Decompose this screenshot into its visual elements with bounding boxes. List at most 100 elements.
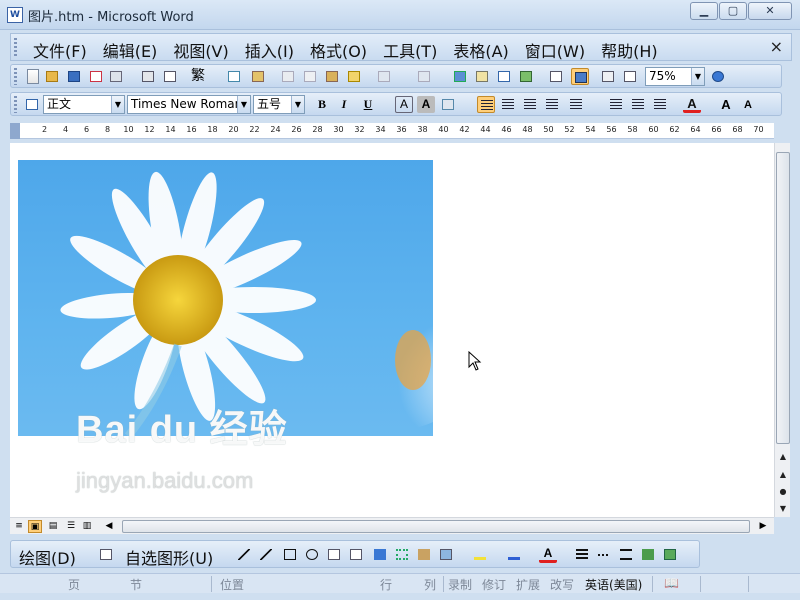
chevron-down-icon[interactable]: ▼ (691, 68, 704, 85)
menu-window[interactable]: 窗口(W) (517, 37, 593, 63)
insert-table-icon[interactable] (495, 68, 513, 85)
oval-icon[interactable] (303, 546, 321, 563)
show-hide-icon[interactable] (621, 68, 639, 85)
cut-icon[interactable] (279, 68, 297, 85)
insert-excel-icon[interactable] (517, 68, 535, 85)
arrow-icon[interactable] (257, 546, 275, 563)
vertical-scrollbar[interactable]: ▲ ▲ ● ▼ (774, 143, 790, 517)
line-color-icon[interactable] (505, 546, 523, 563)
menu-insert[interactable]: 插入(I) (237, 37, 302, 63)
outline-view-icon[interactable]: ☰ (64, 520, 78, 533)
tables-borders-icon[interactable] (473, 68, 491, 85)
web-layout-view-icon[interactable]: ▣ (28, 520, 42, 533)
overtype-toggle[interactable]: 改写 (550, 576, 574, 592)
print-icon[interactable] (139, 68, 157, 85)
chevron-down-icon[interactable]: ▼ (291, 96, 304, 113)
format-painter-icon[interactable] (345, 68, 363, 85)
draw-menu-button[interactable]: 绘图(D) (19, 545, 76, 569)
spelling-icon[interactable] (225, 68, 243, 85)
new-document-icon[interactable] (23, 68, 41, 85)
numbering-icon[interactable] (607, 96, 625, 113)
close-document-button[interactable]: × (770, 37, 783, 56)
normal-view-icon[interactable]: ≡ (12, 520, 26, 533)
maximize-button[interactable]: ▢ (719, 2, 747, 20)
select-browse-object-icon[interactable]: ● (776, 486, 790, 498)
document-canvas[interactable] (10, 143, 774, 517)
drawing-icon[interactable] (571, 68, 589, 85)
vertical-text-box-icon[interactable] (347, 546, 365, 563)
undo-icon[interactable] (375, 68, 393, 85)
chevron-down-icon[interactable]: ▼ (237, 96, 250, 113)
phonetic-guide-icon[interactable] (439, 96, 457, 113)
hyperlink-icon[interactable] (451, 68, 469, 85)
paste-icon[interactable] (323, 68, 341, 85)
copy-icon[interactable] (301, 68, 319, 85)
daisy-picture[interactable] (18, 160, 433, 436)
permission-icon[interactable] (87, 68, 105, 85)
diagram-icon[interactable] (393, 546, 411, 563)
autoshapes-menu-button[interactable]: 自选图形(U) (125, 545, 213, 569)
underline-button[interactable]: U (359, 96, 377, 113)
menubar-grip[interactable] (14, 38, 17, 58)
minimize-button[interactable]: ▁ (690, 2, 718, 20)
open-folder-icon[interactable] (43, 68, 61, 85)
traditional-chinese-icon[interactable]: 繁 (191, 68, 215, 85)
horizontal-scroll-thumb[interactable] (122, 520, 750, 533)
line-style-icon[interactable] (573, 546, 591, 563)
print-layout-view-icon[interactable]: ▤ (46, 520, 60, 533)
reading-layout-icon[interactable]: ▥ (80, 520, 94, 533)
font-dropdown[interactable]: Times New Roman ▼ (127, 95, 251, 114)
menu-file[interactable]: 文件(F) (25, 37, 95, 63)
bold-button[interactable]: B (313, 96, 331, 113)
redo-icon[interactable] (415, 68, 433, 85)
character-shading-button[interactable]: A (417, 96, 435, 113)
browse-next-icon[interactable]: ▼ (776, 503, 790, 515)
line-icon[interactable] (235, 546, 253, 563)
3d-style-icon[interactable] (661, 546, 679, 563)
help-icon[interactable] (709, 68, 727, 85)
character-border-button[interactable]: A (395, 96, 413, 113)
clip-art-icon[interactable] (415, 546, 433, 563)
dash-style-icon[interactable] (595, 546, 613, 563)
font-size-dropdown[interactable]: 五号 ▼ (253, 95, 305, 114)
menu-help[interactable]: 帮助(H) (593, 37, 666, 63)
indent-icon[interactable] (651, 96, 669, 113)
align-right-button[interactable] (521, 96, 539, 113)
text-box-icon[interactable] (325, 546, 343, 563)
scroll-up-icon[interactable]: ▲ (776, 451, 790, 463)
word-app-icon[interactable]: W (7, 7, 23, 23)
draw-font-color-icon[interactable]: A (539, 546, 557, 563)
record-macro-toggle[interactable]: 录制 (448, 576, 472, 592)
menu-view[interactable]: 视图(V) (165, 37, 236, 63)
fill-color-icon[interactable] (471, 546, 489, 563)
chevron-down-icon[interactable]: ▼ (111, 96, 124, 113)
menu-tools[interactable]: 工具(T) (375, 37, 445, 63)
scroll-right-icon[interactable]: ▶ (756, 520, 770, 533)
horizontal-scrollbar[interactable]: ≡ ▣ ▤ ☰ ▥ ◀ ▶ (10, 517, 774, 534)
print-preview-icon[interactable] (161, 68, 179, 85)
wordart-icon[interactable] (371, 546, 389, 563)
track-changes-toggle[interactable]: 修订 (482, 576, 506, 592)
arrow-style-icon[interactable] (617, 546, 635, 563)
zoom-dropdown[interactable]: 75% ▼ (645, 67, 705, 86)
email-icon[interactable] (107, 68, 125, 85)
vertical-scroll-thumb[interactable] (776, 152, 790, 444)
styles-formatting-icon[interactable] (23, 96, 41, 113)
columns-icon[interactable] (547, 68, 565, 85)
document-map-icon[interactable] (599, 68, 617, 85)
close-window-button[interactable]: ✕ (748, 2, 792, 20)
style-dropdown[interactable]: 正文 ▼ (43, 95, 125, 114)
font-color-button[interactable]: A (683, 96, 701, 113)
line-spacing-icon[interactable] (567, 96, 585, 113)
align-left-button[interactable] (477, 96, 495, 113)
horizontal-ruler[interactable]: 2 4 6 8 10 12 14 16 18 20 22 24 26 28 30… (10, 123, 774, 139)
align-center-button[interactable] (499, 96, 517, 113)
grow-font-button[interactable]: A (717, 96, 735, 113)
menu-table[interactable]: 表格(A) (445, 37, 516, 63)
select-objects-icon[interactable] (97, 546, 115, 563)
justify-button[interactable] (543, 96, 561, 113)
menu-format[interactable]: 格式(O) (302, 37, 375, 63)
ruler-left-margin[interactable] (10, 123, 20, 139)
shadow-style-icon[interactable] (639, 546, 657, 563)
extend-selection-toggle[interactable]: 扩展 (516, 576, 540, 592)
